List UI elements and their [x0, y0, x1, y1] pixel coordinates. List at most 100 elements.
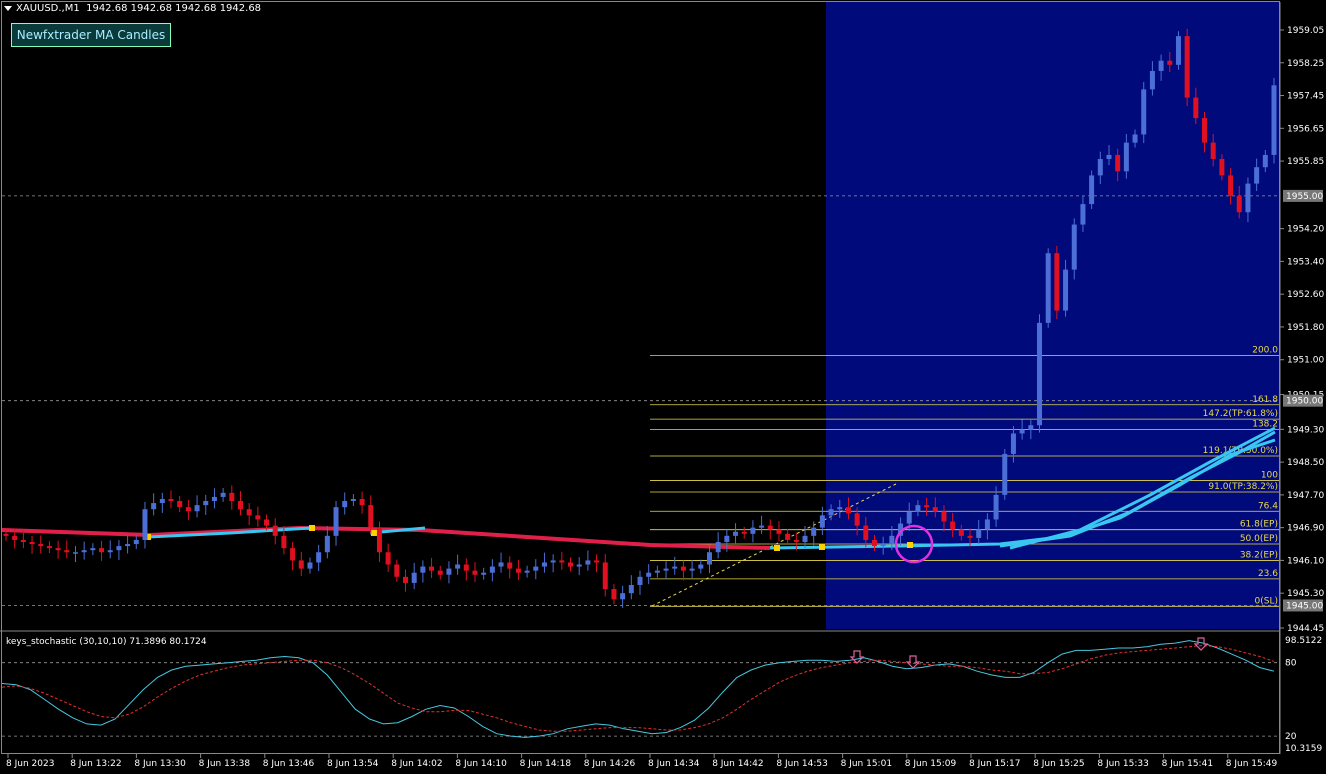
- stoch-axis-label: 10.3159: [1285, 744, 1322, 754]
- price-tick-label: 1952.60: [1287, 290, 1324, 300]
- time-tick-label: 8 Jun 14:02: [391, 759, 442, 769]
- candle-body: [1262, 154, 1268, 168]
- candle-body: [976, 529, 982, 538]
- candle-body: [1071, 224, 1077, 270]
- price-tick-label: 1959.05: [1287, 26, 1324, 36]
- candle-body: [3, 533, 9, 536]
- price-tick-label: 1948.50: [1287, 458, 1324, 468]
- time-tick-label: 8 Jun 14:26: [584, 759, 636, 769]
- candle-body: [229, 492, 235, 502]
- candle-body: [654, 570, 660, 573]
- candle-body: [854, 513, 860, 526]
- time-tick-label: 8 Jun 14:34: [648, 759, 700, 769]
- candle-body: [55, 548, 61, 551]
- price-tick-label: 1953.40: [1287, 257, 1324, 267]
- candle-body: [333, 507, 339, 536]
- candle-body: [889, 535, 895, 545]
- candle-body: [733, 531, 739, 536]
- candle-body: [602, 562, 608, 590]
- time-tick-label: 8 Jun 13:54: [327, 759, 379, 769]
- candle-body: [1037, 322, 1043, 426]
- candle-body: [90, 548, 96, 551]
- stoch-axis-label: 98.5122: [1285, 636, 1322, 646]
- price-tick-label: 1957.45: [1287, 92, 1324, 102]
- price-tick-label: 1951.00: [1287, 356, 1324, 366]
- time-tick-label: 8 Jun 14:42: [712, 759, 763, 769]
- candle-body: [194, 505, 200, 512]
- candle-body: [1063, 269, 1069, 311]
- candle-body: [1010, 433, 1016, 454]
- candle-body: [837, 507, 843, 510]
- candle-body: [793, 539, 799, 542]
- candle-body: [689, 568, 695, 571]
- candle-body: [324, 535, 330, 553]
- candle-body: [637, 576, 643, 585]
- time-tick-label: 8 Jun 15:09: [905, 759, 957, 769]
- time-tick-label: 8 Jun 15:41: [1162, 759, 1213, 769]
- candle-body: [1149, 70, 1155, 90]
- candle-body: [272, 525, 278, 536]
- candle-body: [1080, 204, 1086, 225]
- candle-body: [1115, 154, 1121, 172]
- candle-body: [993, 494, 999, 520]
- candle-body: [159, 498, 165, 504]
- main-chart[interactable]: 200.0161.8147.2(TP:61.8%)138.2119.1(TP:5…: [0, 0, 1326, 774]
- time-tick-label: 8 Jun 13:38: [199, 759, 251, 769]
- candle-body: [46, 546, 52, 549]
- candle-body: [446, 568, 452, 575]
- candle-body: [672, 566, 678, 569]
- candle-body: [819, 515, 825, 528]
- fib-level-label: 50.0(EP): [1240, 534, 1278, 544]
- ma-candles-button[interactable]: Newfxtrader MA Candles: [11, 23, 171, 47]
- stoch-axis-label: 20: [1285, 732, 1297, 742]
- time-tick-label: 8 Jun 13:46: [263, 759, 315, 769]
- candle-body: [767, 525, 773, 530]
- candle-body: [524, 570, 530, 573]
- price-level-label: 1945.00: [1286, 601, 1323, 611]
- candle-body: [177, 501, 183, 508]
- candle-body: [463, 564, 469, 571]
- time-tick-label: 8 Jun 14:18: [520, 759, 572, 769]
- candle-body: [776, 529, 782, 534]
- candle-body: [99, 548, 105, 553]
- fib-level-label: 61.8(EP): [1240, 520, 1278, 530]
- chart-header: XAUUSD.,M1 1942.68 1942.68 1942.68 1942.…: [4, 3, 261, 14]
- chart-window[interactable]: 200.0 161.8 147.2(TP:61.8%) 138.2 119.1(TP:5…: [0, 0, 1326, 774]
- candle-body: [298, 560, 304, 569]
- candle-body: [151, 503, 157, 510]
- candle-body: [376, 527, 382, 553]
- candle-body: [802, 535, 808, 542]
- fib-level-label: 23.6: [1258, 569, 1278, 579]
- candle-body: [759, 525, 765, 528]
- candle-body: [237, 501, 243, 510]
- candle-body: [437, 570, 443, 575]
- candle-body: [1175, 36, 1181, 65]
- candle-body: [246, 509, 252, 516]
- candle-body: [871, 539, 877, 547]
- candle-body: [715, 541, 721, 553]
- candle-body: [515, 568, 521, 573]
- price-tick-label: 1946.10: [1287, 556, 1324, 566]
- candle-body: [368, 505, 374, 528]
- candle-body: [585, 560, 591, 565]
- candle-body: [967, 535, 973, 538]
- candle-body: [255, 515, 261, 520]
- candle-body: [1245, 183, 1251, 213]
- collapse-triangle-icon[interactable]: [4, 5, 12, 11]
- candle-body: [628, 584, 634, 594]
- price-level-label: 1955.00: [1286, 192, 1323, 202]
- candle-body: [1219, 159, 1225, 176]
- price-tick-label: 1949.30: [1287, 425, 1324, 435]
- candle-body: [420, 566, 426, 573]
- candle-body: [489, 566, 495, 573]
- candle-body: [950, 521, 956, 530]
- candle-body: [1045, 253, 1051, 323]
- candle-body: [924, 505, 930, 508]
- candle-body: [1097, 159, 1103, 176]
- fib-level-label: 147.2(TP:61.8%): [1203, 409, 1278, 419]
- candle-body: [1054, 253, 1060, 311]
- candle-body: [932, 507, 938, 512]
- candle-body: [481, 572, 487, 575]
- candle-body: [133, 539, 139, 545]
- candle-body: [1019, 429, 1025, 434]
